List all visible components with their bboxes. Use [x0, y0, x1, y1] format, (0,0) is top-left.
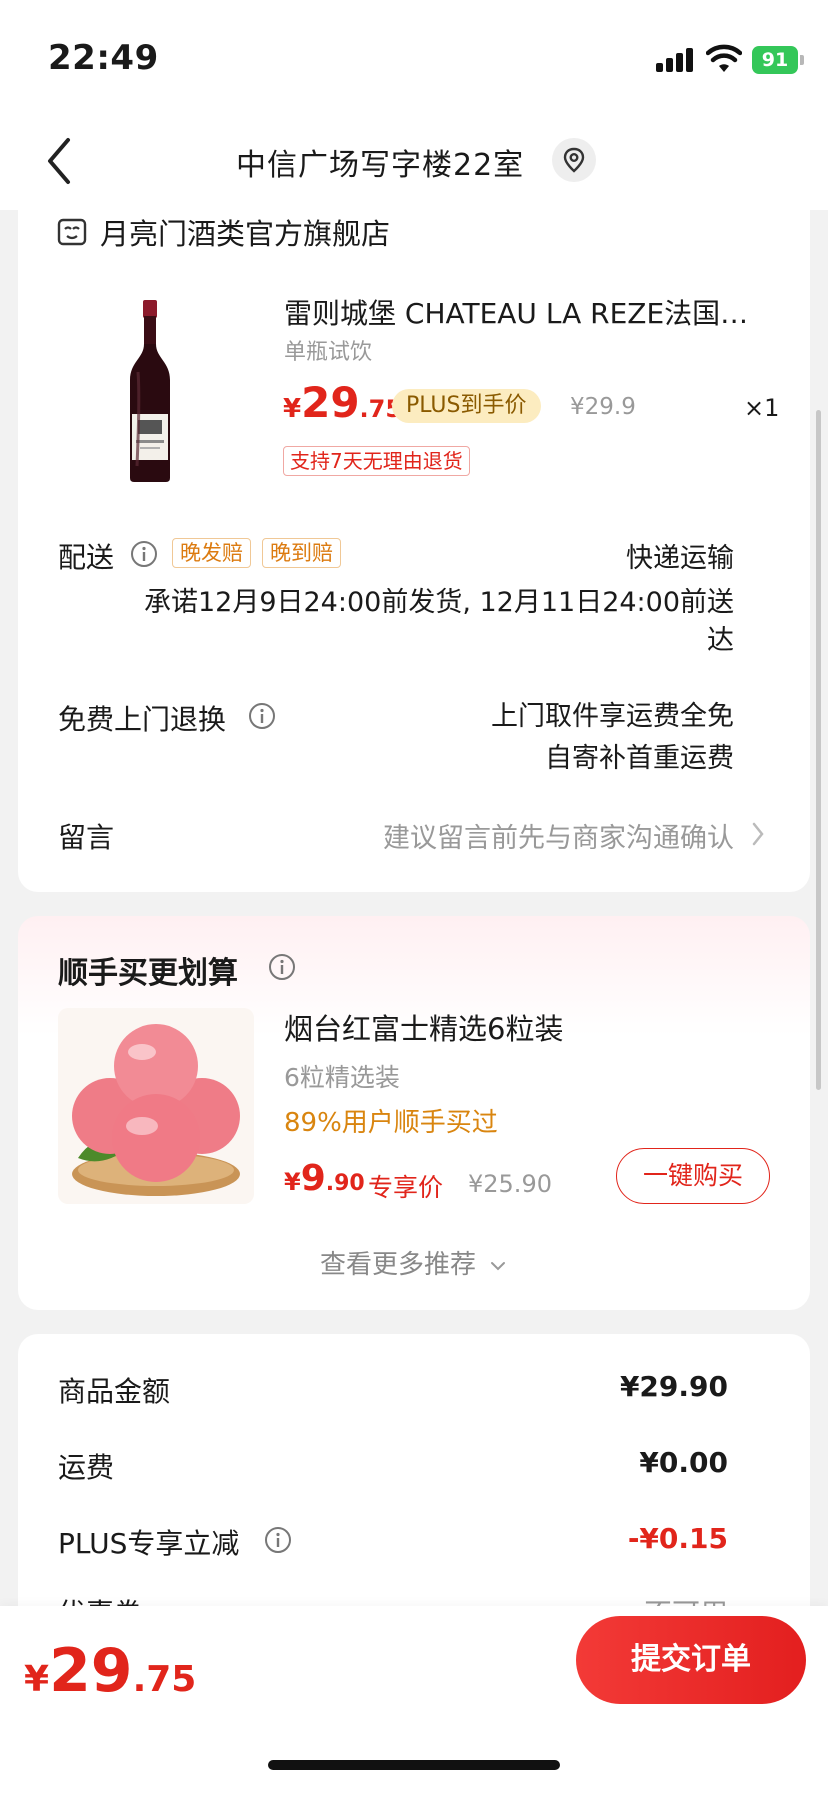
delivery-method[interactable]: 快递运输	[626, 536, 734, 575]
return-policy-tag: 支持7天无理由退货	[283, 446, 470, 476]
product-title[interactable]: 雷则城堡 CHATEAU LA REZE法国…	[284, 292, 764, 332]
message-label: 留言	[58, 821, 115, 854]
location-button[interactable]	[552, 138, 596, 182]
store-name: 月亮门酒类官方旗舰店	[100, 217, 391, 251]
status-bar: 22:49 91	[0, 0, 828, 110]
original-price: ¥29.9	[570, 394, 636, 420]
delivery-promise: 承诺12月9日24:00前发货, 12月11日24:00前送	[143, 587, 734, 618]
back-icon[interactable]	[40, 134, 80, 188]
shipping-value: ¥0.00	[639, 1446, 728, 1479]
late-ship-tag: 晚发赔	[172, 538, 251, 568]
plus-discount-label: PLUS专享立减	[58, 1527, 240, 1560]
price-integer: 29	[49, 1636, 133, 1706]
price-currency: ¥	[283, 394, 302, 424]
addon-product-spec: 6粒精选装	[284, 1063, 400, 1092]
goods-amount-label: 商品金额	[58, 1375, 171, 1408]
late-arrive-tag: 晚到赔	[262, 538, 341, 568]
info-icon[interactable]	[264, 1526, 292, 1554]
home-indicator[interactable]	[268, 1760, 560, 1770]
goods-amount-value: ¥29.90	[619, 1370, 728, 1403]
one-click-buy-button[interactable]: 一键购买	[616, 1148, 770, 1204]
apple-product-image[interactable]	[58, 1008, 254, 1204]
addon-product-name[interactable]: 烟台红富士精选6粒装	[284, 1006, 563, 1048]
exclusive-price-label: 专享价	[368, 1173, 444, 1202]
message-input[interactable]: 建议留言前先与商家沟通确认	[383, 816, 734, 855]
info-icon[interactable]	[268, 953, 296, 981]
more-recommendations-label: 查看更多推荐	[320, 1250, 477, 1280]
shipping-label: 运费	[58, 1451, 115, 1484]
plus-discount-value: -¥0.15	[627, 1522, 728, 1555]
signal-icon	[656, 48, 696, 72]
scrollbar[interactable]	[816, 410, 821, 1090]
delivery-label: 配送	[58, 541, 115, 574]
battery-icon: 91	[752, 46, 798, 74]
addon-price: ¥ 9 .90	[284, 1158, 365, 1199]
price-integer: 9	[300, 1158, 326, 1199]
address-title[interactable]: 中信广场写字楼22室	[236, 140, 524, 184]
plus-price-tag: PLUS到手价	[392, 389, 541, 423]
price-currency: ¥	[284, 1168, 301, 1196]
chevron-down-icon	[491, 1262, 506, 1271]
addon-original-price: ¥25.90	[468, 1170, 552, 1198]
total-price: ¥ 29 .75	[24, 1636, 196, 1706]
nav-bar: 中信广场写字楼22室	[0, 110, 828, 210]
status-time: 22:49	[48, 38, 159, 78]
bottom-bar: ¥ 29 .75 提交订单	[0, 1606, 828, 1793]
price-currency: ¥	[24, 1659, 50, 1700]
free-return-line2: 自寄补首重运费	[545, 743, 734, 774]
delivery-promise-cont: 达	[707, 625, 734, 656]
product-price: ¥ 29 .75	[283, 378, 402, 427]
info-icon[interactable]	[248, 702, 276, 730]
info-icon[interactable]	[130, 540, 158, 568]
quantity: ×1	[744, 394, 780, 422]
location-pin-icon	[563, 147, 585, 173]
more-recommendations-link[interactable]: 查看更多推荐	[320, 1244, 508, 1281]
store-icon	[57, 218, 87, 246]
chevron-right-icon[interactable]	[750, 820, 766, 848]
price-integer: 29	[301, 378, 360, 427]
product-spec: 单瓶试饮	[284, 340, 373, 365]
price-decimal: .75	[132, 1659, 197, 1700]
battery-tip	[800, 55, 804, 65]
addon-bought-rate: 89%用户顺手买过	[284, 1108, 498, 1138]
wine-bottle-image[interactable]	[100, 296, 200, 486]
free-return-line1: 上门取件享运费全免	[491, 701, 734, 732]
submit-order-button[interactable]: 提交订单	[576, 1616, 806, 1704]
price-decimal: .90	[325, 1171, 365, 1196]
addon-title: 顺手买更划算	[58, 956, 238, 991]
wifi-icon	[706, 44, 742, 72]
store-row[interactable]: 月亮门酒类官方旗舰店	[56, 214, 391, 251]
free-return-label: 免费上门退换	[58, 703, 227, 736]
